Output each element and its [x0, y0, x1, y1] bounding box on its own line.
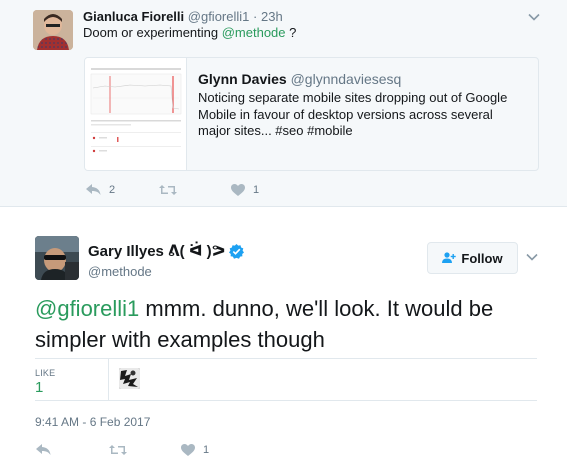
liker-avatar[interactable] — [119, 368, 140, 389]
quoted-tweet-header: Glynn Davies @glynndaviesesq — [198, 71, 401, 87]
parent-author-avatar[interactable] — [33, 10, 73, 50]
parent-author-name[interactable]: Gianluca Fiorelli — [83, 9, 184, 24]
reply-action[interactable] — [36, 444, 59, 456]
likes-stat-label[interactable]: LIKE — [35, 368, 55, 378]
reply-action[interactable]: 2 — [86, 184, 115, 196]
retweet-icon[interactable] — [109, 444, 135, 456]
add-person-icon — [442, 252, 461, 264]
main-tweet-text: @gfiorelli1 mmm. dunno, we'll look. It w… — [35, 293, 555, 355]
stats-divider — [108, 359, 109, 400]
main-author-name-row: Gary Illyes ᕕ( ᐛ )ᕗ — [88, 242, 245, 260]
parent-mention-link[interactable]: @methode — [222, 25, 286, 40]
tweet-timestamp[interactable]: 9:41 AM - 6 Feb 2017 — [35, 415, 150, 429]
parent-tweet[interactable]: Gianluca Fiorelli @gfiorelli1 · 23h Doom… — [0, 0, 567, 207]
quoted-tweet-thumbnail[interactable] — [85, 58, 187, 170]
main-mention-link[interactable]: @gfiorelli1 — [35, 296, 139, 321]
parent-text-suffix: ? — [285, 25, 297, 40]
retweet-action[interactable] — [109, 444, 135, 456]
parent-tweet-text: Doom or experimenting @methode ? — [83, 25, 296, 40]
reply-count: 2 — [109, 184, 116, 196]
parent-tweet-header: Gianluca Fiorelli @gfiorelli1 · 23h — [83, 9, 283, 24]
like-action[interactable]: 1 — [181, 444, 209, 456]
chevron-down-icon[interactable] — [525, 250, 539, 264]
quoted-author-handle[interactable]: @glynndaviesesq — [291, 71, 402, 87]
chevron-down-icon[interactable] — [527, 10, 541, 24]
parent-time-separator: · — [253, 9, 258, 24]
retweet-action[interactable] — [159, 184, 185, 196]
like-action[interactable]: 1 — [231, 184, 259, 196]
main-author-avatar[interactable] — [35, 236, 79, 280]
heart-icon[interactable] — [231, 184, 253, 196]
reply-icon[interactable] — [36, 444, 59, 456]
reply-icon[interactable] — [86, 184, 109, 196]
follow-button-label: Follow — [461, 250, 503, 266]
likes-stat-value[interactable]: 1 — [35, 379, 43, 396]
quoted-author-name[interactable]: Glynn Davies — [198, 71, 287, 87]
main-author-handle[interactable]: @methode — [88, 264, 152, 279]
like-count: 1 — [203, 444, 210, 456]
verified-badge-icon — [229, 243, 245, 259]
main-author-name[interactable]: Gary Illyes ᕕ( ᐛ )ᕗ — [88, 242, 225, 260]
quoted-tweet-card[interactable]: Glynn Davies @glynndaviesesq Noticing se… — [84, 57, 539, 171]
parent-tweet-time[interactable]: 23h — [261, 9, 283, 24]
retweet-icon[interactable] — [159, 184, 185, 196]
parent-author-handle[interactable]: @gfiorelli1 — [188, 9, 250, 24]
quoted-tweet-text: Noticing separate mobile sites dropping … — [198, 90, 508, 138]
heart-icon[interactable] — [181, 444, 203, 456]
like-count: 1 — [253, 184, 260, 196]
tweet-stats: LIKE 1 — [35, 358, 537, 401]
parent-text-prefix: Doom or experimenting — [83, 25, 222, 40]
follow-button[interactable]: Follow — [427, 242, 518, 274]
